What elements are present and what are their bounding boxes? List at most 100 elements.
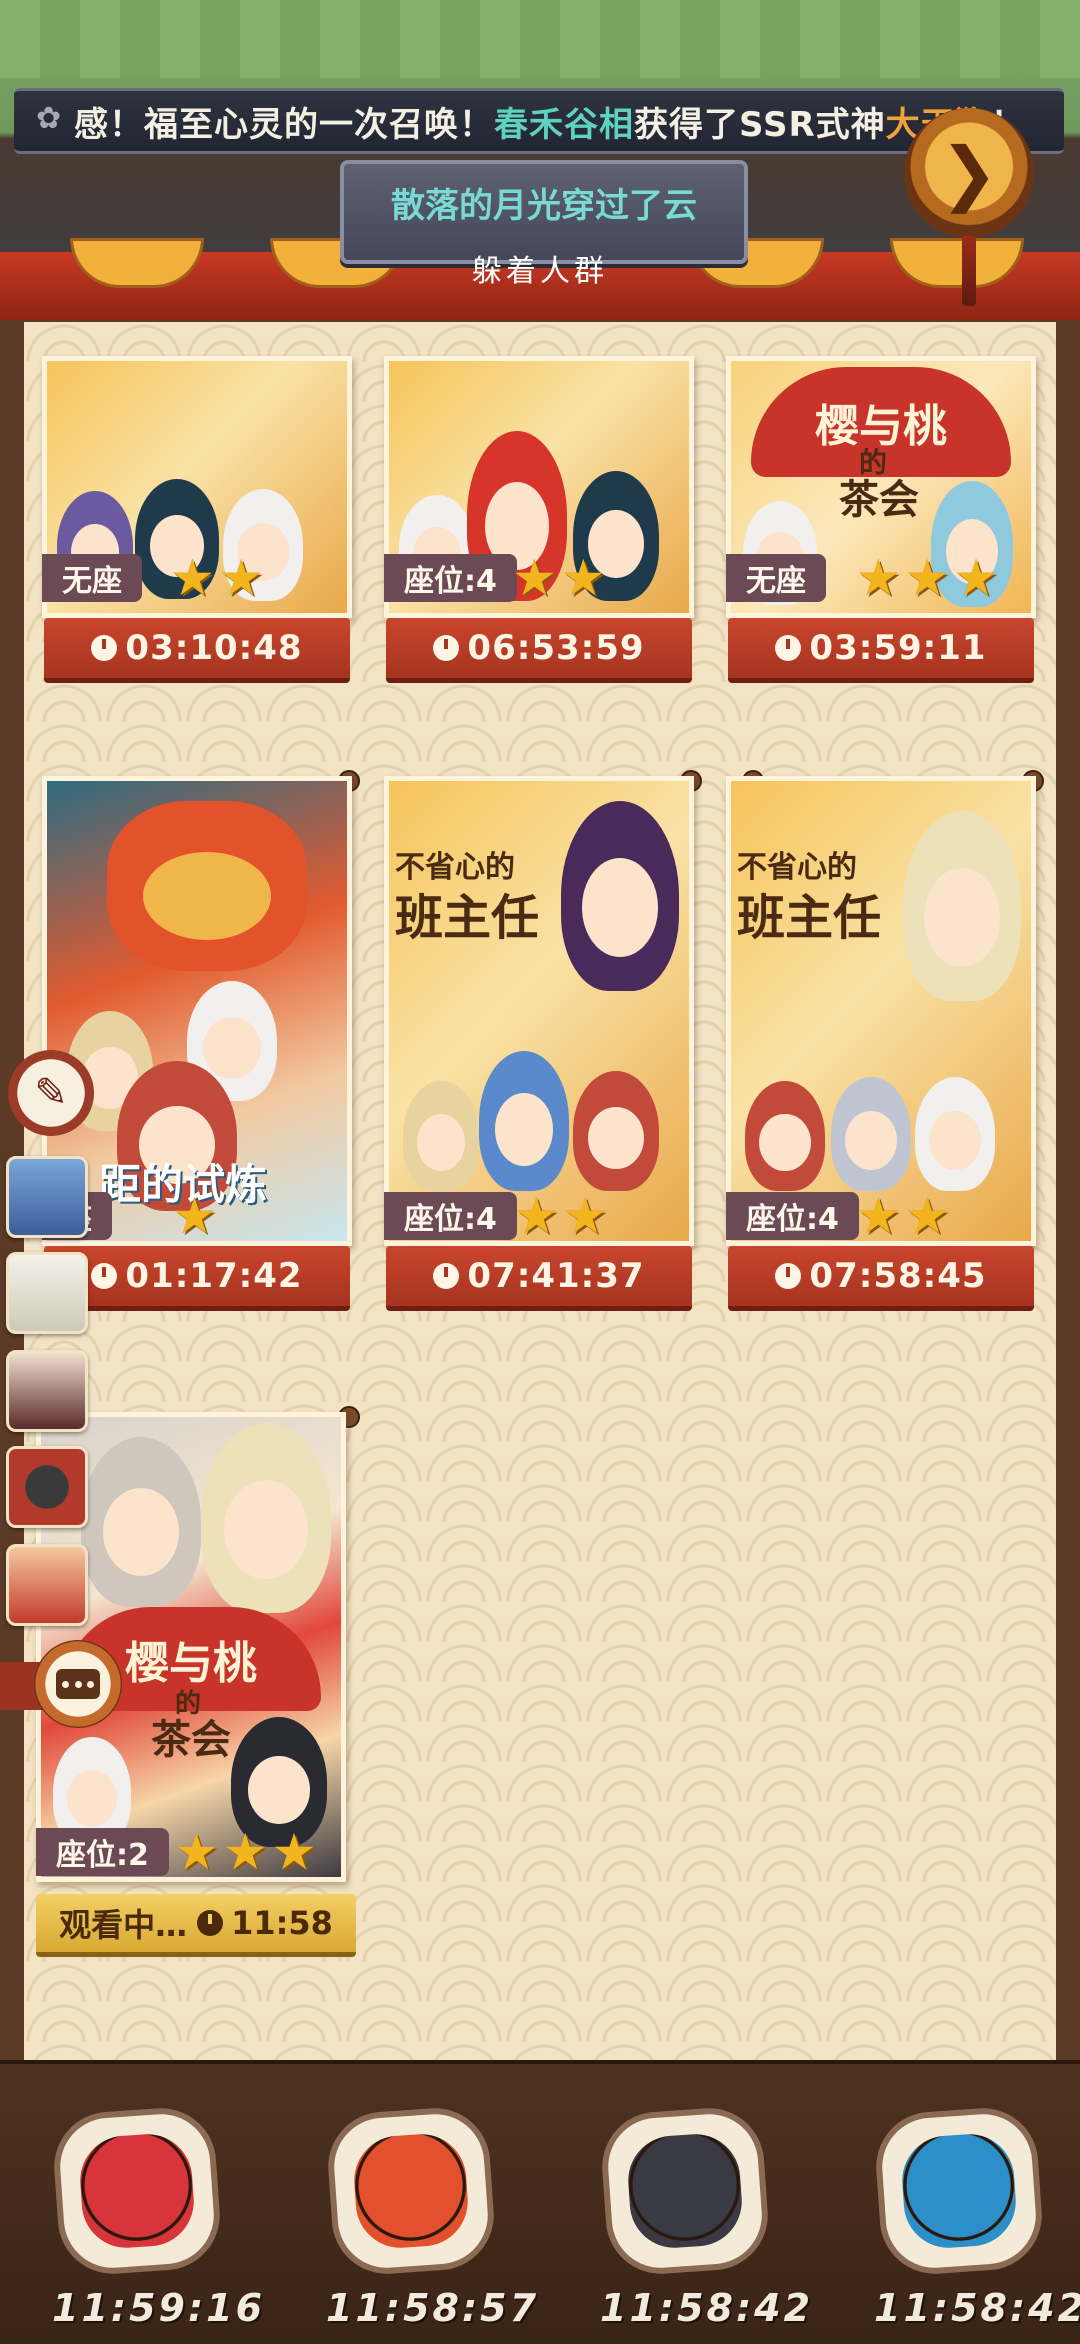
seat-tag: 座位:4 [726, 1192, 859, 1240]
room-card[interactable]: 无座 ★ ★ 03:10:48 [42, 356, 352, 686]
star-icon: ★ [222, 1823, 268, 1881]
room-timer: 07:58:45 [728, 1246, 1034, 1311]
room-cover-art[interactable]: 不省心的 班主任 [726, 776, 1036, 1246]
announcement-middle: 获得了SSR式神 [634, 104, 886, 145]
clock-icon [433, 635, 460, 661]
announcement-prefix: 感！福至心灵的一次召唤！ [74, 104, 494, 145]
ghost-portrait[interactable] [324, 2104, 498, 2278]
character-portrait [107, 801, 307, 971]
ghost-timer: 11:58:57 [326, 2286, 540, 2330]
room-cover-art[interactable]: 不省心的 班主任 [384, 776, 694, 1246]
status-subtitle: 躲着人群 [472, 254, 608, 289]
character-portrait [915, 1077, 995, 1191]
star-icon: ★ [170, 549, 215, 607]
seat-tag: 无座 [42, 554, 142, 602]
cover-title-bottom: 茶会 [151, 1716, 231, 1763]
room-timer-value: 07:58:45 [809, 1256, 987, 1296]
ghost-timer: 11:58:42 [600, 2286, 814, 2330]
announcement-text: 感！福至心灵的一次召唤！春禾谷相获得了SSR式神大天狗！ [14, 97, 1026, 146]
tassel-ornament [962, 236, 976, 306]
announcement-ticker: ✿ 感！福至心灵的一次召唤！春禾谷相获得了SSR式神大天狗！ [14, 88, 1064, 154]
room-timer-value: 06:53:59 [467, 628, 645, 668]
room-timer-value: 03:59:11 [809, 628, 987, 668]
ghost-timer: 11:59:16 [52, 2286, 266, 2330]
seat-tag: 座位:4 [384, 554, 517, 602]
seat-tag: 座位:2 [36, 1828, 169, 1876]
star-icon: ★ [856, 549, 901, 607]
seat-tag: 座位:4 [384, 1192, 517, 1240]
player-avatar[interactable] [6, 1156, 88, 1238]
room-timer-value: 07:41:37 [467, 1256, 645, 1296]
character-portrait [201, 1423, 331, 1613]
chat-button[interactable] [0, 1640, 140, 1732]
black-mask-ghost-icon [625, 2131, 745, 2251]
character-portrait [479, 1051, 569, 1191]
flower-ornament-icon: ✿ [36, 101, 62, 136]
ghost-portrait[interactable] [872, 2104, 1046, 2278]
red-oni-ghost-icon [77, 2131, 197, 2251]
player-avatar[interactable] [6, 1252, 88, 1334]
star-icon: ★ [856, 1187, 901, 1245]
ghost-portrait[interactable] [50, 2104, 224, 2278]
room-card[interactable]: 不省心的 班主任 座位:4 ★ ★ 07:58:45 [726, 770, 1044, 1316]
cover-title-top: 不省心的 [395, 850, 515, 885]
chat-bubble-icon [56, 1669, 100, 1699]
star-rating: ★ ★ ★ [856, 552, 998, 604]
room-cover-art[interactable]: 距的试炼 [42, 776, 352, 1246]
clock-icon [433, 1263, 460, 1289]
player-avatar[interactable] [6, 1446, 88, 1528]
ghost-slot[interactable]: 11:58:57 [324, 2104, 540, 2330]
star-rating: ★ [172, 1190, 217, 1242]
watching-timer: 11:58 [231, 1904, 333, 1942]
cover-title-bottom: 茶会 [839, 476, 919, 523]
brush-icon: ✎ [34, 1070, 68, 1116]
star-rating: ★ ★ [170, 552, 264, 604]
player-avatar[interactable] [6, 1544, 88, 1626]
announcement-player: 春禾谷相 [494, 104, 634, 145]
room-timer: 06:53:59 [386, 618, 692, 683]
clock-icon [91, 635, 118, 661]
character-portrait [561, 801, 679, 991]
ghost-slot[interactable]: 11:59:16 [50, 2104, 266, 2330]
watching-label: 观看中… [59, 1906, 188, 1944]
character-portrait [831, 1077, 911, 1191]
chat-button-circle [34, 1640, 122, 1728]
ghost-slot[interactable]: 11:58:42 [872, 2104, 1080, 2330]
star-icon: ★ [174, 1823, 219, 1881]
star-rating: ★ ★ [512, 552, 606, 604]
star-rating: ★ ★ [514, 1190, 608, 1242]
room-timer-value: 03:10:48 [125, 628, 303, 668]
star-icon: ★ [512, 549, 557, 607]
fire-oni-ghost-icon [351, 2131, 471, 2251]
clock-icon [197, 1910, 224, 1936]
ghost-portrait[interactable] [598, 2104, 772, 2278]
player-avatar[interactable] [6, 1350, 88, 1432]
next-arrow-button[interactable]: ❯ [904, 108, 1034, 238]
cover-title-bottom: 班主任 [395, 890, 540, 946]
star-icon: ★ [218, 549, 264, 607]
watching-status-bar: 观看中… 11:58 [36, 1894, 356, 1957]
character-portrait [903, 811, 1021, 1001]
room-card[interactable]: 樱与桃 的 茶会 无座 ★ ★ ★ 03:59:11 [726, 356, 1036, 686]
star-icon: ★ [953, 549, 999, 607]
character-portrait [745, 1081, 825, 1191]
seat-tag: 无座 [726, 554, 826, 602]
clock-icon [775, 635, 802, 661]
character-portrait [81, 1437, 201, 1607]
status-title: 散落的月光穿过了云 [391, 186, 697, 226]
star-icon: ★ [562, 1187, 608, 1245]
room-card[interactable]: 距的试炼 座 ★ 01:17:42 [42, 770, 360, 1316]
character-portrait [573, 1071, 659, 1191]
star-icon: ★ [904, 1187, 950, 1245]
star-icon: ★ [560, 549, 606, 607]
cover-title-top: 樱与桃 [125, 1638, 257, 1689]
brush-button[interactable]: ✎ [8, 1050, 94, 1136]
top-decor-pattern [0, 0, 1080, 78]
room-card[interactable]: 座位:4 ★ ★ 06:53:59 [384, 356, 694, 686]
star-icon: ★ [271, 1823, 317, 1881]
room-card[interactable]: 不省心的 班主任 座位:4 ★ ★ 07:41:37 [384, 770, 702, 1316]
room-timer: 03:59:11 [728, 618, 1034, 683]
clock-icon [91, 1263, 118, 1289]
star-icon: ★ [514, 1187, 559, 1245]
ghost-slot[interactable]: 11:58:42 [598, 2104, 814, 2330]
